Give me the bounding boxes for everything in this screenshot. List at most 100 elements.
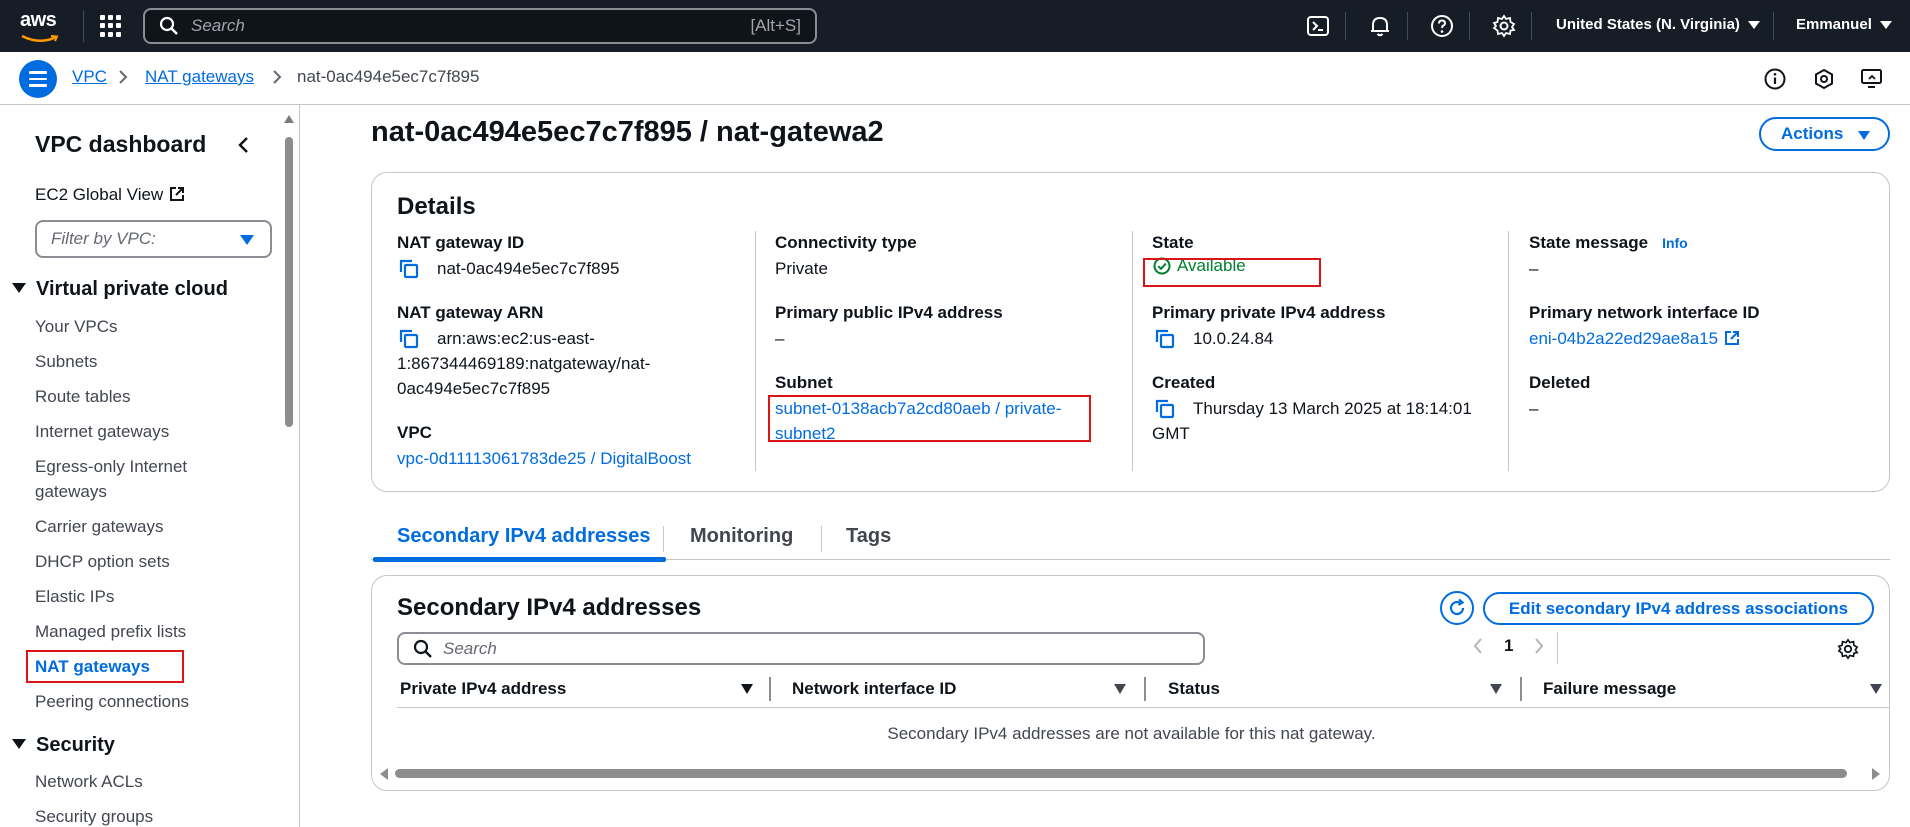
column-resizer[interactable] [769, 677, 771, 701]
column-header-status[interactable]: Status [1168, 679, 1220, 699]
side-navigation-toggle[interactable] [19, 60, 57, 98]
sort-icon[interactable] [1114, 684, 1126, 694]
info-link[interactable]: Info [1662, 235, 1688, 251]
edit-secondary-ipv4-associations-button[interactable]: Edit secondary IPv4 address associations [1483, 592, 1874, 625]
active-tab-indicator [373, 557, 666, 562]
details-title: Details [397, 193, 476, 220]
aws-logo[interactable]: aws [20, 9, 64, 43]
info-icon[interactable] [1763, 67, 1787, 91]
nav-separator [1773, 12, 1774, 40]
sidebar-item-dhcp-option-sets[interactable]: DHCP option sets [35, 549, 235, 574]
copy-icon[interactable] [1155, 399, 1175, 419]
subnet-label: Subnet [775, 373, 833, 392]
external-link-icon [170, 187, 185, 201]
sidebar-section-virtual-private-cloud[interactable]: Virtual private cloud [12, 278, 228, 301]
column-resizer[interactable] [1144, 677, 1146, 701]
sidebar-item-your-vpcs[interactable]: Your VPCs [35, 314, 235, 339]
scroll-right-arrow[interactable] [1872, 768, 1880, 780]
breadcrumb-vpc[interactable]: VPC [72, 67, 107, 87]
page-title: nat-0ac494e5ec7c7f895 / nat-gatewa2 [371, 116, 884, 148]
highlight-box [26, 650, 184, 683]
sidebar-item-security-groups[interactable]: Security groups [35, 804, 235, 827]
vpc-label: VPC [397, 423, 432, 442]
help-icon[interactable] [1430, 14, 1454, 38]
scrollbar-thumb[interactable] [285, 137, 293, 427]
sidebar-item-ec2-global-view[interactable]: EC2 Global View [35, 185, 185, 205]
region-selector[interactable]: United States (N. Virginia) [1556, 16, 1760, 33]
filter-by-vpc-select[interactable]: Filter by VPC: [35, 220, 272, 258]
column-header-failure-message[interactable]: Failure message [1543, 679, 1676, 699]
tab-tags[interactable]: Tags [846, 525, 891, 548]
scrollbar-thumb[interactable] [395, 769, 1847, 778]
settings-icon[interactable] [1492, 14, 1516, 38]
connectivity-type-value: Private [775, 259, 828, 278]
caret-down-icon [12, 739, 26, 749]
column-header-network-interface-id[interactable]: Network interface ID [792, 679, 956, 699]
vpc-link[interactable]: vpc-0d11113061783de25 / DigitalBoost [397, 446, 691, 471]
refresh-icon [1449, 598, 1465, 616]
chevron-left-icon[interactable] [236, 135, 250, 155]
sidebar-item-network-acls[interactable]: Network ACLs [35, 769, 235, 794]
global-search-input[interactable]: Search [Alt+S] [143, 8, 817, 44]
feedback-icon[interactable] [1812, 67, 1836, 91]
nav-separator [1345, 12, 1346, 40]
caret-down-icon [12, 283, 26, 293]
caret-down-icon [1858, 131, 1870, 140]
secondary-ipv4-title: Secondary IPv4 addresses [397, 594, 702, 621]
column-resizer[interactable] [1520, 677, 1522, 701]
nat-gateway-arn-value-line2: 1:867344469189:natgateway/nat- [397, 354, 651, 373]
nav-separator [1469, 12, 1470, 40]
chevron-right-icon[interactable] [1533, 637, 1545, 655]
cloudshell-icon[interactable] [1306, 14, 1330, 38]
scroll-left-arrow[interactable] [380, 768, 388, 780]
sidebar-item-elastic-ips[interactable]: Elastic IPs [35, 584, 235, 609]
nav-separator [1531, 12, 1532, 40]
chevron-right-icon [119, 70, 128, 84]
chevron-down-icon [1747, 21, 1760, 30]
refresh-button[interactable] [1440, 591, 1474, 625]
tab-separator [821, 526, 822, 552]
created-value-line1: Thursday 13 March 2025 at 18:14:01 [1193, 399, 1472, 418]
sidebar-item-carrier-gateways[interactable]: Carrier gateways [35, 514, 235, 539]
sort-icon[interactable] [1870, 684, 1882, 694]
empty-state-message: Secondary IPv4 addresses are not availab… [887, 724, 1376, 743]
bell-icon[interactable] [1368, 14, 1392, 38]
sort-icon[interactable] [1490, 684, 1502, 694]
network-interface-link[interactable]: eni-04b2a22ed29ae8a15 [1529, 326, 1740, 351]
copy-icon[interactable] [399, 329, 419, 349]
sidebar-item-peering-connections[interactable]: Peering connections [35, 689, 235, 714]
table-settings-icon[interactable] [1837, 638, 1859, 660]
copy-icon[interactable] [399, 259, 419, 279]
column-header-private-ipv4[interactable]: Private IPv4 address [400, 679, 566, 699]
sidebar-item-subnets[interactable]: Subnets [35, 349, 235, 374]
user-menu[interactable]: Emmanuel [1796, 16, 1892, 33]
tab-monitoring[interactable]: Monitoring [690, 525, 793, 548]
breadcrumb-current: nat-0ac494e5ec7c7f895 [297, 67, 480, 86]
sidebar-item-egress-only-internet-gateways[interactable]: Egress-only Internet gateways [35, 454, 220, 504]
sort-descending-icon[interactable] [741, 684, 753, 694]
sidebar-item-route-tables[interactable]: Route tables [35, 384, 235, 409]
nat-gateway-arn-label: NAT gateway ARN [397, 303, 544, 322]
sidebar-item-managed-prefix-lists[interactable]: Managed prefix lists [35, 619, 235, 644]
copy-icon[interactable] [1155, 329, 1175, 349]
sidebar-item-internet-gateways[interactable]: Internet gateways [35, 419, 235, 444]
page-number[interactable]: 1 [1504, 636, 1513, 656]
pagination: 1 [1472, 636, 1545, 656]
external-link-icon [1725, 331, 1740, 345]
sidebar-scrollbar[interactable] [284, 115, 294, 827]
scroll-up-arrow[interactable] [284, 115, 294, 123]
horizontal-scrollbar[interactable] [380, 766, 1880, 780]
highlight-box [768, 395, 1091, 442]
services-menu-icon[interactable] [100, 15, 122, 37]
tab-list: Secondary IPv4 addresses Monitoring Tags [371, 516, 1890, 562]
tab-secondary-ipv4-addresses[interactable]: Secondary IPv4 addresses [397, 525, 650, 548]
sidebar-section-security[interactable]: Security [12, 734, 115, 757]
sidebar-title[interactable]: VPC dashboard [35, 131, 206, 158]
column-divider [1132, 231, 1133, 471]
actions-button[interactable]: Actions [1759, 117, 1890, 151]
breadcrumb-nat-gateways[interactable]: NAT gateways [145, 67, 254, 87]
screen-share-icon[interactable] [1860, 67, 1884, 91]
chevron-left-icon[interactable] [1472, 637, 1484, 655]
primary-public-ipv4-label: Primary public IPv4 address [775, 303, 1003, 322]
table-search-input[interactable]: Search [397, 632, 1205, 665]
